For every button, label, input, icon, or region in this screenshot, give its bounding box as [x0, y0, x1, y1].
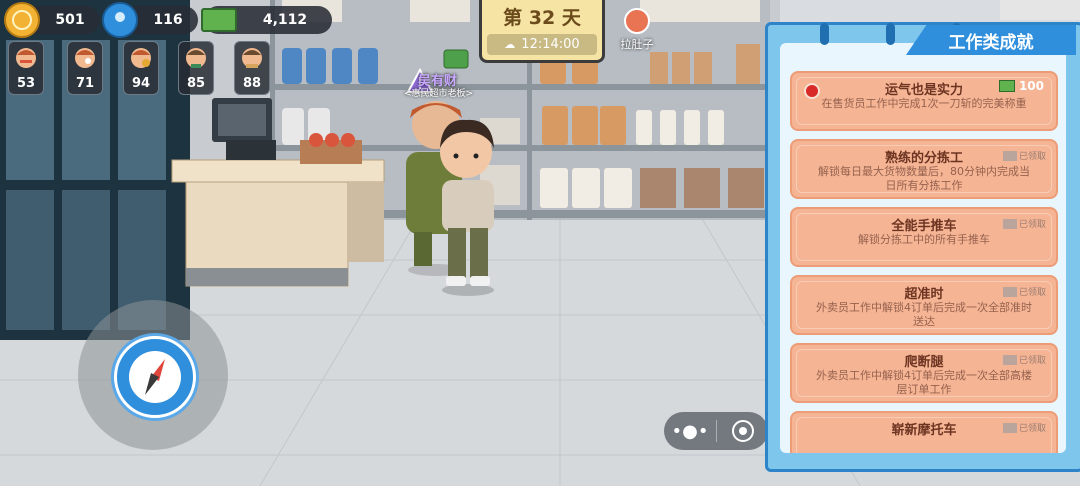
cash-icon — [1002, 218, 1017, 229]
achievement-desc: 解锁分拣工中的所有手推车 — [858, 233, 990, 246]
coin-icon — [4, 2, 40, 38]
achievement-desc: 外卖员工作中解锁4订单后完成一次全部准时送达 — [816, 301, 1032, 328]
cash-icon — [1002, 150, 1017, 161]
reward-value: 100 — [1018, 79, 1044, 93]
cash-icon — [1002, 354, 1017, 365]
achievement-card[interactable]: 爬断腿 外卖员工作中解锁4订单后完成一次全部高楼层订单工作 已领取 — [790, 343, 1058, 403]
close-icon[interactable] — [717, 420, 768, 442]
status-effect-label: 拉肚子 — [620, 38, 654, 51]
face-icon — [240, 45, 264, 69]
achievement-card[interactable]: 熟练的分拣工 解锁每日最大货物数量后，80分钟内完成当日所有分拣工作 已领取 — [790, 139, 1058, 199]
stat-value: 88 — [242, 76, 262, 91]
achievement-desc: 解锁每日最大货物数量后，80分钟内完成当日所有分拣工作 — [818, 165, 1030, 192]
cash-icon — [1002, 286, 1017, 297]
day-label: 第 32 天 — [503, 7, 581, 29]
face-icon — [184, 45, 208, 69]
stat-value: 85 — [186, 76, 206, 91]
claimed-badge: 已领取 — [1002, 353, 1046, 366]
stat-value: 94 — [131, 76, 151, 91]
people-counter: 116 — [102, 2, 198, 38]
status-effect[interactable]: 拉肚子 — [612, 8, 662, 52]
claimed-badge: 已领取 — [1002, 421, 1046, 434]
claimed-badge: 已领取 — [1002, 285, 1046, 298]
stat-value: 53 — [16, 76, 36, 91]
stomach-icon — [624, 8, 650, 34]
stat-health[interactable]: 53 — [8, 41, 44, 95]
more-icon[interactable]: •●• — [664, 421, 716, 442]
cash-icon — [200, 4, 238, 36]
coin-counter: 501 — [4, 2, 100, 38]
achievement-list[interactable]: 运气也是实力 在售货员工作中完成1次一刀斩的完美称重 100 熟练的分拣工 解锁… — [780, 43, 1066, 453]
binder-ring — [820, 23, 829, 45]
time-display: ☁ 12:14:00 — [487, 34, 597, 55]
face-icon — [73, 45, 97, 69]
stat-mood[interactable]: 71 — [67, 41, 103, 95]
stat-energy[interactable]: 88 — [234, 41, 270, 95]
cash-icon — [1002, 422, 1017, 433]
achievement-desc: 外卖员工作中解锁4订单后完成一次全部高楼层订单工作 — [816, 369, 1032, 396]
cash-value: 4,112 — [262, 12, 308, 28]
mini-program-capsule: •●• — [664, 412, 768, 450]
stat-hygiene[interactable]: 85 — [178, 41, 214, 95]
cloud-icon: ☁ — [504, 38, 516, 51]
time-value: 12:14:00 — [521, 37, 580, 52]
binder-ring — [886, 23, 895, 45]
people-value: 116 — [153, 12, 183, 28]
stat-hunger[interactable]: 94 — [123, 41, 159, 95]
npc-title: <惠民超市老板> — [404, 89, 474, 99]
achievement-card[interactable]: 运气也是实力 在售货员工作中完成1次一刀斩的完美称重 100 — [790, 71, 1058, 131]
face-icon — [14, 45, 38, 69]
person-icon — [102, 2, 138, 38]
game-scene: 501 116 4,112 53 71 94 85 88 吴有财 <惠民超市老板… — [0, 0, 1080, 486]
cash-icon — [998, 80, 1015, 92]
day-panel: 第 32 天 ☁ 12:14:00 — [479, 0, 605, 63]
achievement-panel: 运气也是实力 在售货员工作中完成1次一刀斩的完美称重 100 熟练的分拣工 解锁… — [765, 22, 1080, 472]
virtual-joystick[interactable] — [78, 300, 228, 450]
coin-value: 501 — [55, 12, 85, 28]
cash-counter: 4,112 — [201, 6, 332, 34]
achievement-desc: 在售货员工作中完成1次一刀斩的完美称重 — [821, 97, 1027, 110]
face-icon — [129, 45, 153, 69]
stat-value: 71 — [75, 76, 95, 91]
panel-title: 工作类成就 — [906, 25, 1076, 55]
achievement-card[interactable]: 全能手推车 解锁分拣工中的所有手推车 已领取 — [790, 207, 1058, 267]
reward-badge[interactable]: 100 — [998, 79, 1044, 93]
achievement-card[interactable]: 崭新摩托车 已领取 — [790, 411, 1058, 453]
achievement-card[interactable]: 超准时 外卖员工作中解锁4订单后完成一次全部准时送达 已领取 — [790, 275, 1058, 335]
claimed-badge: 已领取 — [1002, 149, 1046, 162]
compass-icon[interactable] — [114, 336, 196, 418]
claimed-badge: 已领取 — [1002, 217, 1046, 230]
